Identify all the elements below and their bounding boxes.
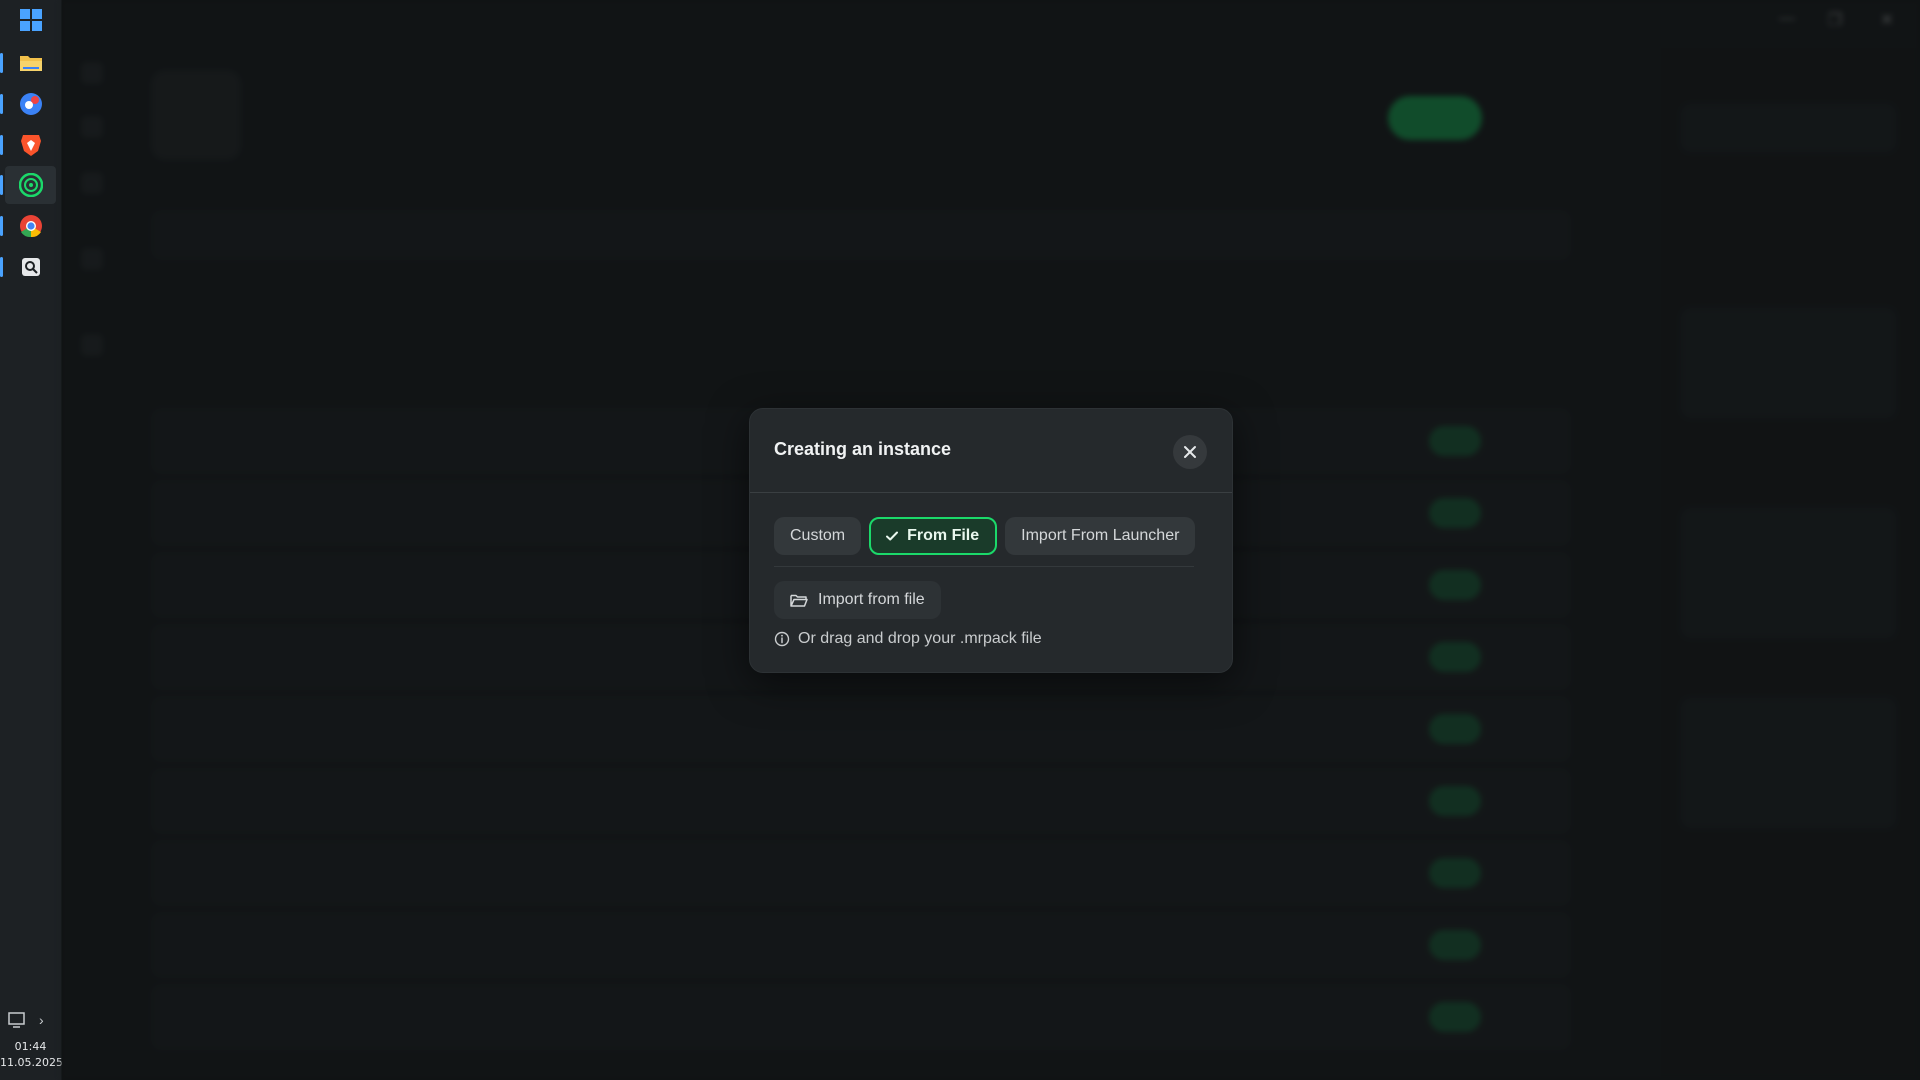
tab-label: From File bbox=[907, 527, 980, 544]
taskbar-cloud-app[interactable] bbox=[0, 85, 56, 123]
hint-text: Or drag and drop your .mrpack file bbox=[798, 630, 1042, 647]
running-indicator bbox=[0, 175, 3, 195]
import-button-label: Import from file bbox=[818, 591, 925, 608]
taskbar-file-explorer[interactable] bbox=[0, 44, 56, 82]
tab-custom[interactable]: Custom bbox=[774, 517, 862, 555]
tab-label: Custom bbox=[790, 527, 846, 544]
search-app-icon bbox=[21, 258, 40, 276]
windows-start-icon bbox=[19, 9, 42, 31]
close-icon bbox=[1184, 446, 1196, 458]
divider bbox=[750, 492, 1232, 493]
tab-import-from-launcher[interactable]: Import From Launcher bbox=[1005, 517, 1196, 555]
modrinth-app-icon bbox=[18, 173, 43, 197]
show-hidden-icons-chevron-icon[interactable]: › bbox=[39, 1012, 44, 1028]
tab-label: Import From Launcher bbox=[1021, 527, 1180, 544]
taskbar-modrinth[interactable] bbox=[0, 166, 56, 204]
folder-open-icon bbox=[790, 594, 808, 607]
file-explorer-icon bbox=[19, 56, 42, 71]
running-indicator bbox=[0, 216, 3, 236]
running-indicator bbox=[0, 94, 3, 114]
clock-time[interactable]: 01:44 bbox=[0, 1040, 61, 1053]
divider bbox=[774, 566, 1194, 567]
running-indicator bbox=[0, 257, 3, 277]
modal-close-button[interactable] bbox=[1173, 435, 1207, 469]
taskbar-brave[interactable] bbox=[0, 126, 56, 164]
running-indicator bbox=[0, 53, 3, 73]
clock-date[interactable]: 11.05.2025 bbox=[0, 1056, 63, 1069]
start-button[interactable] bbox=[5, 1, 56, 39]
brave-browser-icon bbox=[20, 135, 41, 156]
create-instance-modal: Creating an instance Custom From File Im… bbox=[749, 408, 1233, 673]
chrome-browser-icon bbox=[19, 215, 42, 238]
modal-title: Creating an instance bbox=[774, 439, 952, 459]
drag-drop-hint: Or drag and drop your .mrpack file bbox=[774, 630, 1042, 648]
taskbar: › 01:44 11.05.2025 bbox=[0, 0, 63, 1080]
check-icon bbox=[885, 529, 899, 543]
info-icon bbox=[774, 631, 790, 647]
import-from-file-button[interactable]: Import from file bbox=[774, 581, 941, 619]
cloud-app-icon bbox=[19, 93, 42, 115]
tab-from-file[interactable]: From File bbox=[869, 517, 998, 555]
taskbar-search-app[interactable] bbox=[0, 248, 56, 286]
running-indicator bbox=[0, 135, 3, 155]
taskbar-chrome[interactable] bbox=[0, 207, 56, 245]
network-display-icon[interactable] bbox=[8, 1012, 28, 1030]
instance-source-tabs: Custom From File Import From Launcher bbox=[774, 517, 1196, 555]
